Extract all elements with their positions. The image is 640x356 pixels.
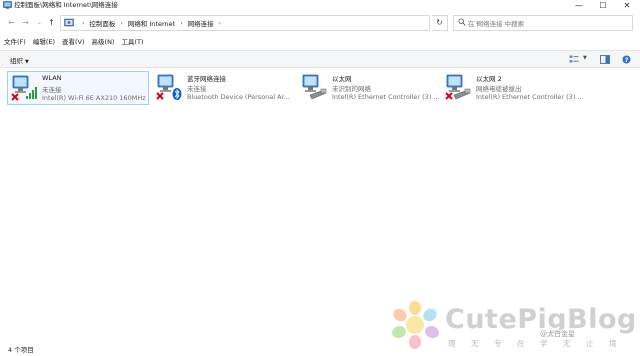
bluetooth-adapter-icon [156,74,182,100]
connection-ethernet-2[interactable]: 以太网 2 网络电缆被拔出 Intel(R) Ethernet Controll… [442,71,584,105]
menu-bar: 文件(F) 编辑(E) 查看(V) 高级(N) 工具(T) [0,36,147,49]
breadcrumb-separator[interactable]: › [219,20,221,27]
recent-locations-button[interactable]: ⌄ [34,17,45,29]
up-button[interactable]: ↑ [46,17,57,29]
menu-tools[interactable]: 工具(T) [117,36,146,49]
back-button[interactable]: ← [6,17,17,29]
search-icon [458,18,466,26]
refresh-button[interactable]: ↻ [432,15,448,31]
connections-list: WLAN 未连接 Intel(R) Wi-Fi 6E AX210 160MHz … [0,69,640,341]
connection-device: Intel(R) Ethernet Controller (3) ... [476,93,584,101]
network-connections-icon [3,1,12,9]
breadcrumb-control-panel[interactable]: 控制面板 [89,18,115,28]
status-bar: 4 个项目 [0,341,640,356]
menu-edit[interactable]: 编辑(E) [29,36,58,49]
organize-label: 组织 [10,57,23,65]
maximize-button[interactable]: ☐ [591,0,615,11]
svg-text:?: ? [625,56,629,64]
connection-device: Bluetooth Device (Personal Ar... [187,93,290,101]
connection-device: Intel(R) Ethernet Controller (3) ... [332,93,440,101]
breadcrumb-separator[interactable]: › [180,20,182,27]
help-icon[interactable]: ? [622,55,631,64]
breadcrumb-network-internet[interactable]: 网络和 Internet [128,18,175,28]
ethernet-adapter-icon [302,74,327,100]
connection-status: 未识别的网络 [332,85,371,93]
close-button[interactable]: ✕ [615,0,639,11]
breadcrumb-network-connections[interactable]: 网络连接 [188,18,214,28]
window-title: 控制面板\网络和 Internet\网络连接 [14,1,118,9]
menu-file[interactable]: 文件(F) [0,36,29,49]
breadcrumb-separator[interactable]: › [120,20,122,27]
connection-name: 以太网 [332,75,352,83]
forward-button[interactable]: → [20,17,31,29]
control-panel-icon [64,18,74,27]
address-row: ← → ⌄ ↑ › 控制面板 › 网络和 Internet › 网络连接 › ⌄… [0,13,640,33]
item-count: 4 个项目 [8,346,34,354]
connection-device: Intel(R) Wi-Fi 6E AX210 160MHz [42,94,146,102]
connection-name: WLAN [42,74,62,82]
connection-status: 网络电缆被拔出 [476,85,522,93]
preview-pane-icon[interactable] [600,55,610,64]
menu-advanced[interactable]: 高级(N) [88,36,118,49]
connection-ethernet[interactable]: 以太网 未识别的网络 Intel(R) Ethernet Controller … [298,71,440,105]
address-bar[interactable]: › 控制面板 › 网络和 Internet › 网络连接 › ⌄ [60,15,480,31]
breadcrumb: › 控制面板 › 网络和 Internet › 网络连接 › [77,16,226,30]
connection-name: 蓝牙网络连接 [187,75,226,83]
organize-button[interactable]: 组织 ▼ [10,55,29,65]
connection-wlan[interactable]: WLAN 未连接 Intel(R) Wi-Fi 6E AX210 160MHz [7,71,149,105]
connection-status: 未连接 [187,85,207,93]
connection-status: 未连接 [42,86,62,94]
breadcrumb-separator: › [82,19,85,27]
wlan-adapter-icon [11,75,37,101]
command-bar: 组织 ▼ ▼ ? [0,50,640,68]
search-placeholder: 在 网络连接 中搜索 [468,20,525,28]
ethernet-adapter-icon [445,74,471,100]
change-view-icon[interactable] [569,55,579,64]
chevron-down-icon: ▼ [25,59,29,65]
minimize-button[interactable]: — [567,0,591,11]
title-bar: 控制面板\网络和 Internet\网络连接 — ☐ ✕ [0,0,640,11]
view-options-chevron-icon[interactable]: ▼ [583,55,587,61]
connection-name: 以太网 2 [476,75,502,83]
connection-bluetooth[interactable]: 蓝牙网络连接 未连接 Bluetooth Device (Personal Ar… [153,71,295,105]
menu-view[interactable]: 查看(V) [58,36,88,49]
search-input[interactable]: 在 网络连接 中搜索 [453,15,633,31]
